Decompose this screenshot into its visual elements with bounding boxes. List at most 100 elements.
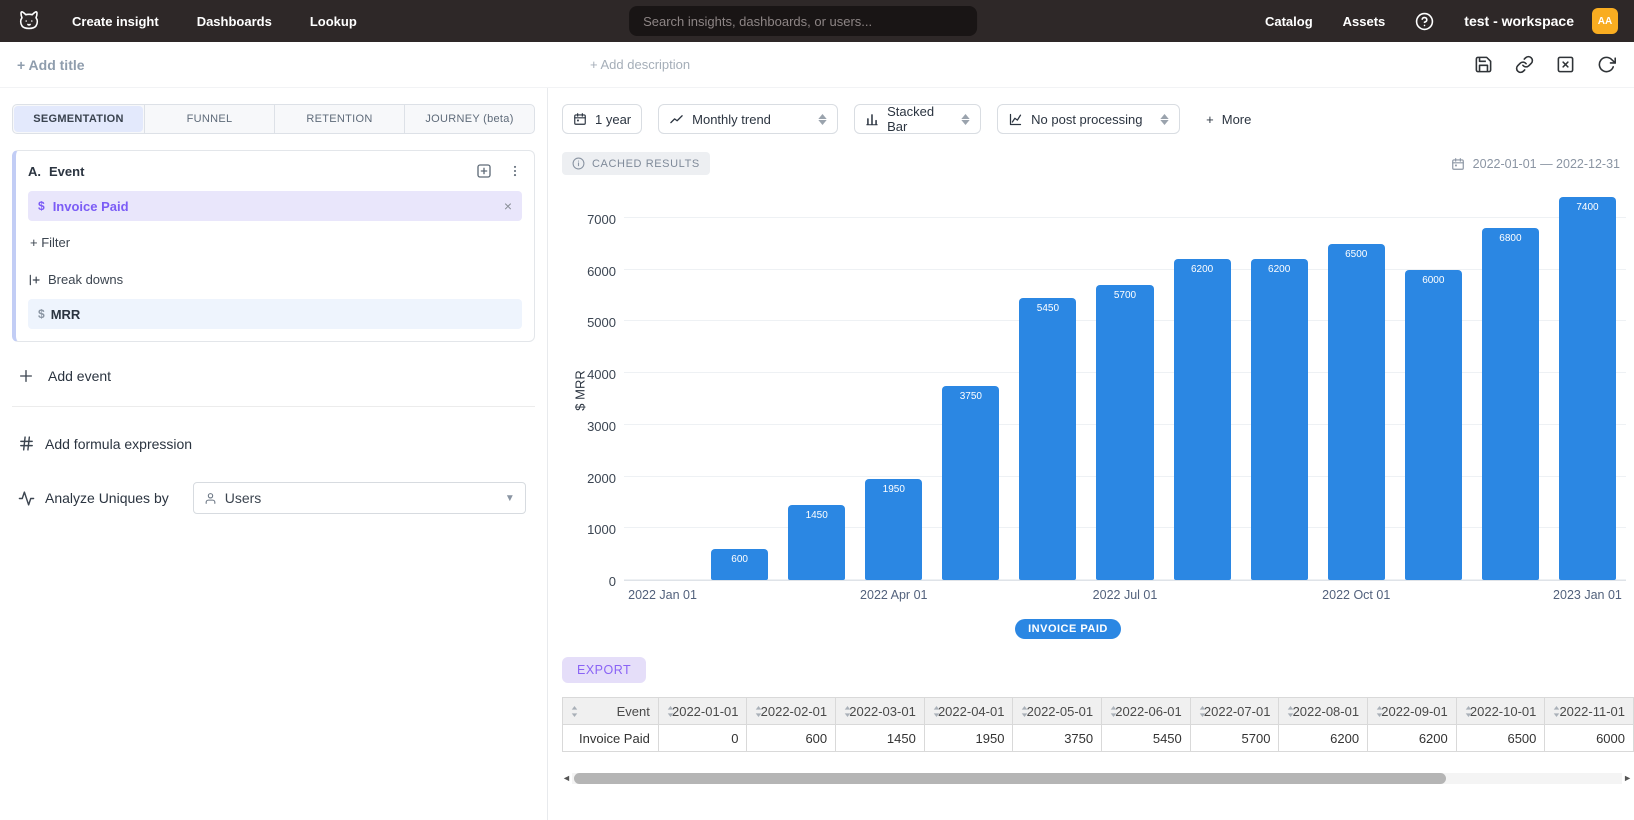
bar-2022-11-01[interactable]: 6000 xyxy=(1405,270,1462,580)
plot-area: 600 1450 1950 3750 5450 5700 6200 6200 6500 6000 6… xyxy=(624,185,1626,581)
table-header-2022-11-01[interactable]: 2022-11-01 xyxy=(1545,698,1634,725)
table-cell-value: 1950 xyxy=(924,725,1013,752)
remove-event-icon[interactable]: × xyxy=(504,198,512,214)
table-header-label: 2022-08-01 xyxy=(1293,704,1360,719)
table-header-label: 2022-09-01 xyxy=(1381,704,1448,719)
event-menu-kebab-icon[interactable] xyxy=(508,164,522,178)
add-event-button[interactable]: Add event xyxy=(18,368,535,384)
duplicate-event-icon[interactable] xyxy=(476,163,492,179)
avatar[interactable]: AA xyxy=(1592,8,1618,34)
table-header-2022-10-01[interactable]: 2022-10-01 xyxy=(1456,698,1545,725)
nav-assets[interactable]: Assets xyxy=(1343,14,1386,29)
bar-2022-02-01[interactable]: 600 xyxy=(711,549,768,580)
table-header-2022-03-01[interactable]: 2022-03-01 xyxy=(836,698,925,725)
event-card: A. Event $ Invoic xyxy=(12,150,535,342)
bar-2022-05-01[interactable]: 3750 xyxy=(942,386,999,580)
scroll-right-arrow[interactable]: ► xyxy=(1622,772,1632,785)
bar-slot: 600 xyxy=(701,185,778,580)
trend-interval-select[interactable]: Monthly trend xyxy=(658,104,838,134)
analyze-entity-select[interactable]: Users ▼ xyxy=(193,482,526,514)
table-header-2022-05-01[interactable]: 2022-05-01 xyxy=(1013,698,1102,725)
scrollbar-thumb[interactable] xyxy=(574,773,1446,784)
table-header-2022-07-01[interactable]: 2022-07-01 xyxy=(1190,698,1279,725)
tab-funnel[interactable]: FUNNEL xyxy=(144,105,275,133)
tab-segmentation[interactable]: SEGMENTATION xyxy=(14,106,143,132)
bar-2022-03-01[interactable]: 1450 xyxy=(788,505,845,580)
trend-interval-value: Monthly trend xyxy=(692,112,771,127)
more-options-button[interactable]: + More xyxy=(1206,112,1251,127)
calendar-icon xyxy=(1451,157,1465,171)
bar-2022-09-01[interactable]: 6200 xyxy=(1251,259,1308,580)
close-frame-icon[interactable] xyxy=(1556,55,1575,74)
nav-lookup[interactable]: Lookup xyxy=(310,14,357,29)
breakdowns-button[interactable]: Break downs xyxy=(28,272,522,287)
table-header-event[interactable]: Event xyxy=(563,698,659,725)
analyze-uniques-row: Analyze Uniques by Users ▼ xyxy=(18,482,535,514)
share-link-icon[interactable] xyxy=(1515,55,1534,74)
table-header-2022-09-01[interactable]: 2022-09-01 xyxy=(1368,698,1457,725)
bar-slot: 6000 xyxy=(1395,185,1472,580)
sort-icon xyxy=(1551,705,1562,718)
refresh-icon[interactable] xyxy=(1597,55,1616,74)
bar-chart-icon xyxy=(865,112,879,127)
search-input[interactable] xyxy=(629,6,977,36)
trend-icon xyxy=(669,112,684,127)
add-formula-button[interactable]: Add formula expression xyxy=(18,435,535,452)
bar-2022-10-01[interactable]: 6500 xyxy=(1328,244,1385,580)
help-icon[interactable] xyxy=(1415,12,1434,31)
add-title-button[interactable]: + Add title xyxy=(17,57,85,73)
plus-icon: + xyxy=(1206,112,1214,127)
cached-results-label: CACHED RESULTS xyxy=(592,158,700,170)
nav-dashboards[interactable]: Dashboards xyxy=(197,14,272,29)
tab-journey[interactable]: JOURNEY (beta) xyxy=(405,105,534,133)
bar-2022-04-01[interactable]: 1950 xyxy=(865,479,922,580)
x-tick-label: 2022 Oct 01 xyxy=(1322,588,1390,602)
page-header: + Add title + Add description xyxy=(0,42,1634,88)
table-header-label: Event xyxy=(617,704,650,719)
currency-icon: $ xyxy=(38,199,45,213)
bar-2022-08-01[interactable]: 6200 xyxy=(1174,259,1231,580)
add-filter-button[interactable]: + Filter xyxy=(30,235,522,250)
tab-retention[interactable]: RETENTION xyxy=(275,105,405,133)
bar-chart: $ MRR 01000200030004000500060007000 6001… xyxy=(562,185,1634,581)
horizontal-scrollbar[interactable]: ◄ ► xyxy=(562,772,1634,785)
date-range-display[interactable]: 2022-01-01 — 2022-12-31 xyxy=(1451,157,1620,171)
bar-2022-12-01[interactable]: 6800 xyxy=(1482,228,1539,580)
x-tick-label: 2022 Jul 01 xyxy=(1093,588,1158,602)
results-table-container: Event2022-01-012022-02-012022-03-012022-… xyxy=(562,697,1634,752)
export-button[interactable]: EXPORT xyxy=(562,657,646,683)
nav-right: Catalog Assets test - workspace AA xyxy=(1265,8,1618,34)
bar-2023-01-01[interactable]: 7400 xyxy=(1559,197,1616,580)
table-header-2022-06-01[interactable]: 2022-06-01 xyxy=(1102,698,1191,725)
x-tick-label: 2022 Apr 01 xyxy=(860,588,927,602)
legend-item-invoice-paid[interactable]: INVOICE PAID xyxy=(1015,619,1121,639)
scroll-left-arrow[interactable]: ◄ xyxy=(562,772,572,785)
app-logo-cat-icon[interactable] xyxy=(16,8,42,34)
table-header-2022-02-01[interactable]: 2022-02-01 xyxy=(747,698,836,725)
results-header: CACHED RESULTS 2022-01-01 — 2022-12-31 xyxy=(562,152,1634,175)
nav-catalog[interactable]: Catalog xyxy=(1265,14,1313,29)
bar-2022-07-01[interactable]: 5700 xyxy=(1096,285,1153,580)
date-range-button[interactable]: 1 year xyxy=(562,104,642,134)
post-processing-select[interactable]: No post processing xyxy=(997,104,1180,134)
bar-2022-06-01[interactable]: 5450 xyxy=(1019,298,1076,580)
chevron-down-icon: ▼ xyxy=(505,493,515,504)
bar-value-label: 1450 xyxy=(788,510,845,521)
save-icon[interactable] xyxy=(1474,55,1493,74)
sort-icon xyxy=(931,705,942,718)
analyze-entity-value: Users xyxy=(225,490,262,506)
breakdown-value-row[interactable]: $ MRR xyxy=(28,299,522,329)
table-header-2022-04-01[interactable]: 2022-04-01 xyxy=(924,698,1013,725)
table-header-2022-01-01[interactable]: 2022-01-01 xyxy=(658,698,747,725)
workspace-name[interactable]: test - workspace xyxy=(1464,13,1574,29)
selected-event-row[interactable]: $ Invoice Paid × xyxy=(28,191,522,221)
table-header-2022-08-01[interactable]: 2022-08-01 xyxy=(1279,698,1368,725)
scrollbar-track[interactable] xyxy=(572,773,1622,784)
add-description-button[interactable]: + Add description xyxy=(590,57,690,72)
bar-value-label: 5450 xyxy=(1019,303,1076,314)
chart-type-select[interactable]: Stacked Bar xyxy=(854,104,981,134)
table-cell-value: 6000 xyxy=(1545,725,1634,752)
add-formula-label: Add formula expression xyxy=(45,436,192,452)
nav-create-insight[interactable]: Create insight xyxy=(72,14,159,29)
sort-icon xyxy=(1019,705,1030,718)
